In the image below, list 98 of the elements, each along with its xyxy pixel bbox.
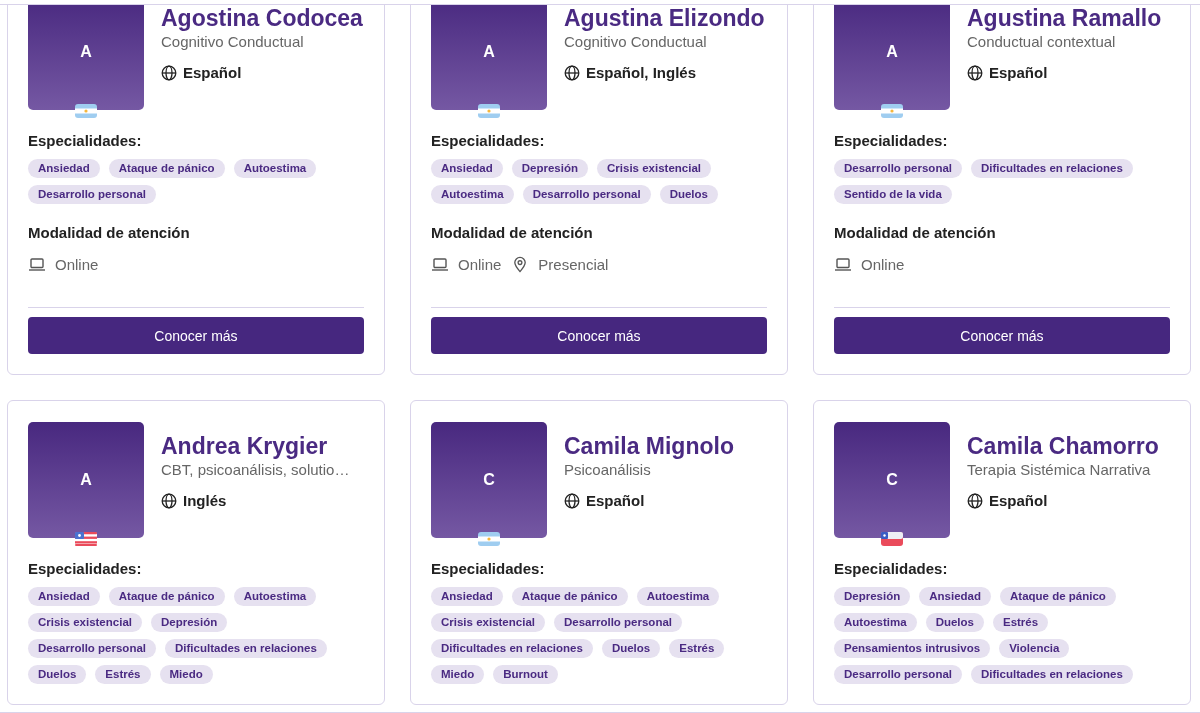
- flag-icon: [881, 104, 903, 118]
- modality-heading: Modalidad de atención: [431, 224, 594, 241]
- globe-icon: [564, 64, 580, 81]
- flag-icon: [478, 104, 500, 118]
- laptop-icon: [28, 256, 46, 273]
- specialty-tag: Desarrollo personal: [554, 613, 682, 632]
- specialty-tag: Estrés: [95, 665, 151, 684]
- specialty-tag: Pensamientos intrusivos: [834, 639, 991, 658]
- specialty-tag: Ansiedad: [28, 587, 100, 606]
- specialties-heading: Especialidades:: [28, 132, 143, 149]
- learn-more-button[interactable]: Conocer más: [431, 317, 767, 354]
- specialty-tag: Desarrollo personal: [834, 665, 962, 684]
- specialty-tag: Miedo: [159, 665, 213, 684]
- flag-icon: [75, 532, 97, 546]
- specialty-tag: Ansiedad: [919, 587, 991, 606]
- globe-icon: [564, 492, 580, 509]
- globe-icon: [161, 492, 177, 509]
- flag-icon: [881, 532, 903, 546]
- therapist-name: Agustina Ramallo: [967, 5, 1162, 31]
- modality-label: Presencial: [538, 256, 609, 273]
- specialty-tag: Ansiedad: [28, 159, 100, 178]
- specialty-tag: Depresión: [151, 613, 228, 632]
- languages: Inglés: [183, 492, 227, 509]
- specialty-tag: Ansiedad: [431, 159, 503, 178]
- avatar-initial: C: [886, 471, 898, 489]
- languages: Español: [183, 64, 242, 81]
- modality-heading: Modalidad de atención: [834, 224, 997, 241]
- specialty-tag: Burnout: [493, 665, 558, 684]
- specialty-tag: Autoestima: [431, 185, 514, 204]
- avatar-initial: A: [886, 43, 898, 61]
- specialty-tag: Ataque de pánico: [511, 587, 628, 606]
- specialty-tag: Ansiedad: [431, 587, 503, 606]
- modality-heading: Modalidad de atención: [28, 224, 191, 241]
- specialty-tag: Depresión: [511, 159, 588, 178]
- learn-more-button[interactable]: Conocer más: [834, 317, 1170, 354]
- therapist-name: Andrea Krygier: [161, 433, 329, 459]
- specialty-tag: Dificultades en relaciones: [971, 665, 1133, 684]
- specialty-tag: Violencia: [999, 639, 1070, 658]
- avatar-initial: C: [483, 471, 495, 489]
- specialty-tag: Ataque de pánico: [1000, 587, 1116, 606]
- avatar-initial: A: [80, 43, 92, 61]
- avatar-initial: A: [483, 43, 495, 61]
- therapist-name: Agostina Codocea: [161, 5, 363, 31]
- therapy-approach: CBT, psicoanálisis, solutio…: [161, 460, 350, 480]
- globe-icon: [967, 492, 983, 509]
- therapist-name: Agustina Elizondo: [564, 5, 765, 31]
- learn-more-button[interactable]: Conocer más: [28, 317, 364, 354]
- flag-icon: [478, 532, 500, 546]
- specialty-tag: Autoestima: [233, 587, 317, 606]
- languages: Español: [989, 492, 1048, 509]
- specialties-heading: Especialidades:: [834, 560, 949, 577]
- specialties-heading: Especialidades:: [431, 132, 546, 149]
- specialty-tag: Autoestima: [636, 587, 720, 606]
- modality-label: Online: [861, 256, 905, 273]
- specialty-tag: Desarrollo personal: [28, 185, 156, 204]
- laptop-icon: [431, 256, 449, 273]
- languages: Español, Inglés: [586, 64, 697, 81]
- specialty-tag: Estrés: [992, 613, 1049, 632]
- flag-icon: [75, 104, 97, 118]
- therapy-approach: Conductual contextual: [967, 32, 1117, 52]
- therapy-approach: Cognitivo Conductual: [564, 32, 708, 52]
- modality-label: Online: [458, 256, 502, 273]
- specialty-tag: Duelos: [925, 613, 984, 632]
- specialty-tag: Dificultades en relaciones: [165, 639, 327, 658]
- languages: Español: [586, 492, 645, 509]
- specialties-heading: Especialidades:: [431, 560, 546, 577]
- specialty-tag: Desarrollo personal: [834, 159, 962, 178]
- specialty-tag: Ataque de pánico: [108, 587, 225, 606]
- therapist-name: Camila Chamorro: [967, 433, 1159, 459]
- specialty-tag: Duelos: [28, 665, 87, 684]
- specialty-tag: Autoestima: [834, 613, 917, 632]
- therapist-name: Camila Mignolo: [564, 433, 734, 459]
- avatar-initial: A: [80, 471, 92, 489]
- specialty-tag: Estrés: [669, 639, 725, 658]
- specialty-tag: Miedo: [431, 665, 485, 684]
- globe-icon: [161, 64, 177, 81]
- specialty-tag: Crisis existencial: [597, 159, 711, 178]
- specialty-tag: Crisis existencial: [28, 613, 142, 632]
- laptop-icon: [834, 256, 852, 273]
- specialty-tag: Ataque de pánico: [108, 159, 225, 178]
- specialty-tag: Crisis existencial: [431, 613, 545, 632]
- specialties-heading: Especialidades:: [834, 132, 949, 149]
- specialty-tag: Desarrollo personal: [28, 639, 156, 658]
- specialty-tag: Sentido de la vida: [834, 185, 952, 204]
- specialty-tag: Autoestima: [233, 159, 317, 178]
- specialty-tag: Duelos: [601, 639, 661, 658]
- specialty-tag: Dificultades en relaciones: [431, 639, 593, 658]
- therapy-approach: Psicoanálisis: [564, 460, 652, 480]
- specialties-heading: Especialidades:: [28, 560, 143, 577]
- globe-icon: [967, 64, 983, 81]
- therapy-approach: Terapia Sistémica Narrativa: [967, 460, 1152, 480]
- specialty-tag: Dificultades en relaciones: [971, 159, 1133, 178]
- modality-label: Online: [55, 256, 99, 273]
- specialty-tag: Desarrollo personal: [522, 185, 651, 204]
- specialty-tag: Depresión: [834, 587, 911, 606]
- languages: Español: [989, 64, 1048, 81]
- therapy-approach: Cognitivo Conductual: [161, 32, 305, 52]
- specialty-tag: Duelos: [659, 185, 718, 204]
